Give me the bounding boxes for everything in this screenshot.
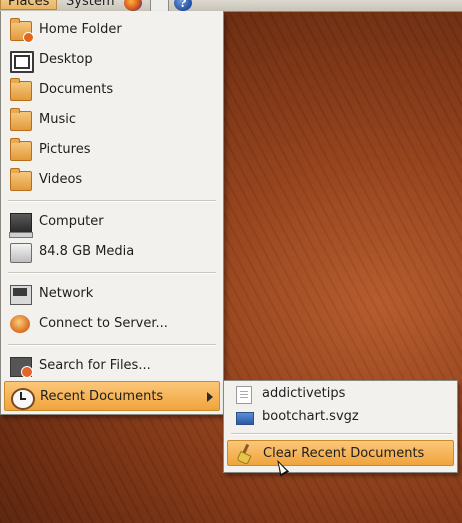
network-icon: [10, 285, 32, 305]
menu-item-label: Videos: [39, 172, 83, 187]
recent-item-label: addictivetips: [262, 386, 346, 401]
chevron-right-icon: [207, 392, 213, 402]
folder-icon: [10, 78, 32, 101]
recent-item-bootchart[interactable]: bootchart.svgz: [227, 405, 454, 429]
places-menu-button[interactable]: Places: [0, 0, 57, 10]
places-menu: Home Folder Desktop Documents Music Pict…: [0, 11, 224, 415]
drive-icon: [10, 243, 32, 263]
menu-separator: [8, 272, 216, 274]
menu-item-label: Pictures: [39, 142, 91, 157]
menu-item-label: Documents: [39, 82, 114, 97]
menu-item-search-for-files[interactable]: Search for Files...: [4, 351, 220, 381]
folder-icon: [10, 168, 32, 191]
help-icon[interactable]: ?: [174, 0, 192, 11]
menu-item-label: Recent Documents: [40, 389, 164, 404]
folder-icon: [10, 138, 32, 161]
submenu-separator: [231, 433, 452, 435]
clear-recent-documents-button[interactable]: Clear Recent Documents: [227, 440, 454, 466]
home-folder-icon: [10, 18, 34, 43]
menu-item-desktop[interactable]: Desktop: [4, 45, 220, 75]
menu-item-computer[interactable]: Computer: [4, 207, 220, 238]
menu-item-label: 84.8 GB Media: [39, 244, 135, 259]
menu-item-label: Desktop: [39, 52, 93, 67]
folder-icon: [10, 108, 32, 131]
server-icon: [10, 315, 30, 333]
menu-item-connect-to-server[interactable]: Connect to Server...: [4, 309, 220, 339]
computer-icon: [9, 213, 33, 238]
menu-item-videos[interactable]: Videos: [4, 165, 220, 195]
menu-separator: [8, 200, 216, 202]
menu-separator: [8, 344, 216, 346]
menu-item-documents[interactable]: Documents: [4, 75, 220, 105]
search-icon: [10, 357, 33, 378]
menu-item-label: Network: [39, 286, 94, 301]
broom-icon: [236, 444, 252, 462]
menu-item-label: Connect to Server...: [39, 316, 168, 331]
menu-item-recent-documents[interactable]: Recent Documents: [4, 381, 220, 411]
clear-recent-label: Clear Recent Documents: [263, 446, 425, 461]
recent-item-addictivetips[interactable]: addictivetips: [227, 382, 454, 406]
recent-documents-submenu: addictivetips bootchart.svgz Clear Recen…: [223, 380, 458, 473]
menu-item-label: Computer: [39, 214, 104, 229]
menu-item-music[interactable]: Music: [4, 105, 220, 135]
menu-item-label: Search for Files...: [39, 358, 151, 373]
image-file-icon: [236, 412, 254, 425]
firefox-icon[interactable]: [124, 0, 142, 11]
menu-item-media-drive[interactable]: 84.8 GB Media: [4, 237, 220, 267]
system-menu-button[interactable]: System: [66, 0, 114, 10]
clock-icon: [11, 388, 35, 410]
desktop-icon: [10, 51, 34, 73]
text-document-icon: [236, 386, 252, 404]
menu-item-label: Music: [39, 112, 76, 127]
menu-item-label: Home Folder: [39, 22, 122, 37]
menu-item-pictures[interactable]: Pictures: [4, 135, 220, 165]
menu-item-home-folder[interactable]: Home Folder: [4, 15, 220, 45]
menu-item-network[interactable]: Network: [4, 279, 220, 309]
recent-item-label: bootchart.svgz: [262, 409, 359, 424]
